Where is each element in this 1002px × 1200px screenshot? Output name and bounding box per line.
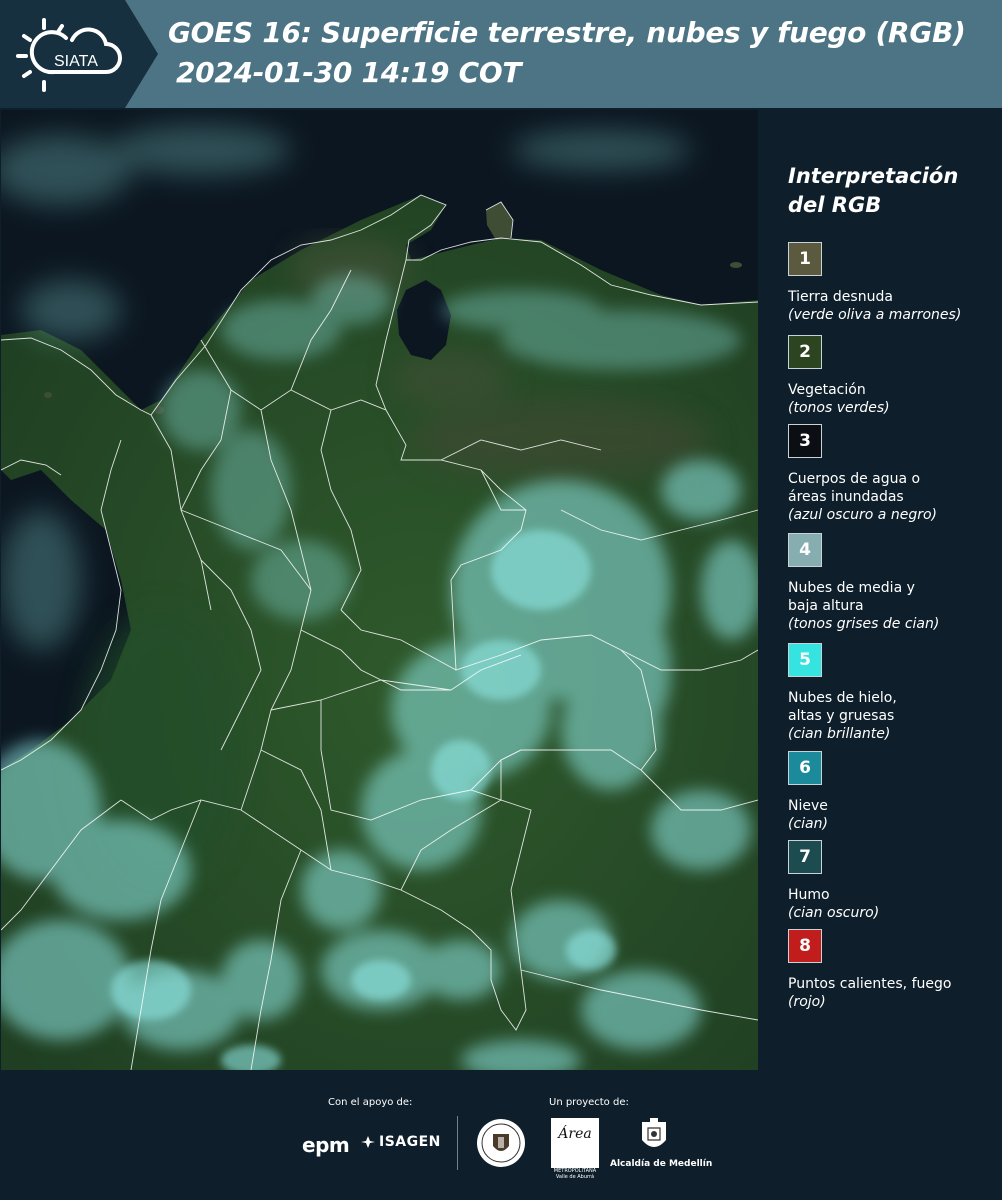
legend-item-desc: (cian brillante) bbox=[788, 726, 891, 742]
legend-swatch: 7 bbox=[788, 840, 822, 874]
isagen-logo: ISAGEN bbox=[360, 1134, 441, 1150]
university-seal-icon bbox=[477, 1119, 525, 1167]
legend-item-name: Puntos calientes, fuego bbox=[788, 976, 952, 992]
legend-panel: Interpretación del RGB 1 Tierra desnuda … bbox=[759, 108, 1002, 1070]
legend-item-name: Nubes de media y baja altura bbox=[788, 580, 915, 614]
legend-item-desc: (rojo) bbox=[788, 994, 826, 1010]
legend-swatch: 4 bbox=[788, 533, 822, 567]
support-label: Con el apoyo de: bbox=[328, 1097, 413, 1108]
legend-item-snow: 6 Nieve (cian) bbox=[788, 751, 998, 834]
footer: Con el apoyo de: Un proyecto de: epm ISA… bbox=[0, 1070, 1002, 1200]
legend-item-name: Nubes de hielo, altas y gruesas bbox=[788, 690, 897, 724]
legend-item-desc: (tonos verdes) bbox=[788, 400, 890, 416]
legend-item-desc: (cian) bbox=[788, 816, 828, 832]
legend-swatch: 5 bbox=[788, 643, 822, 677]
legend-item-desc: (tonos grises de cian) bbox=[788, 616, 940, 632]
legend-swatch: 3 bbox=[788, 424, 822, 458]
legend-item-name: Nieve bbox=[788, 798, 828, 814]
header-bar: SIATA GOES 16: Superficie terrestre, nub… bbox=[0, 0, 1002, 108]
medellin-crest-icon bbox=[642, 1118, 666, 1147]
legend-swatch: 2 bbox=[788, 335, 822, 369]
page-datetime: 2024-01-30 14:19 COT bbox=[176, 56, 522, 89]
area-metropolitana-subtitle: METROPOLITANA Valle de Aburrá bbox=[553, 1168, 597, 1180]
legend-item-name: Vegetación bbox=[788, 382, 866, 398]
legend-item-desc: (verde oliva a marrones) bbox=[788, 307, 962, 323]
siata-logo: SIATA bbox=[16, 18, 122, 92]
siata-logo-text: SIATA bbox=[54, 53, 98, 70]
legend-item-name: Tierra desnuda bbox=[788, 289, 893, 305]
isagen-mark-icon bbox=[361, 1136, 375, 1148]
epm-logo: epm bbox=[302, 1133, 350, 1157]
legend-item-desc: (azul oscuro a negro) bbox=[788, 507, 937, 523]
legend-item-fire: 8 Puntos calientes, fuego (rojo) bbox=[788, 929, 998, 1012]
legend-item-name: Humo bbox=[788, 887, 830, 903]
legend-item-mid-low-clouds: 4 Nubes de media y baja altura (tonos gr… bbox=[788, 533, 998, 634]
satellite-map bbox=[1, 110, 758, 1070]
legend-swatch: 6 bbox=[788, 751, 822, 785]
isagen-logo-text: ISAGEN bbox=[379, 1134, 441, 1150]
legend-item-desc: (cian oscuro) bbox=[788, 905, 880, 921]
legend-item-smoke: 7 Humo (cian oscuro) bbox=[788, 840, 998, 923]
legend-swatch: 1 bbox=[788, 242, 822, 276]
footer-divider bbox=[457, 1116, 458, 1170]
legend-swatch: 8 bbox=[788, 929, 822, 963]
legend-item-bare-soil: 1 Tierra desnuda (verde oliva a marrones… bbox=[788, 242, 998, 325]
area-metropolitana-logo: Área bbox=[551, 1118, 599, 1168]
legend-item-name: Cuerpos de agua o áreas inundadas bbox=[788, 471, 921, 505]
page-title: GOES 16: Superficie terrestre, nubes y f… bbox=[168, 16, 966, 49]
medellin-label: Alcaldía de Medellín bbox=[610, 1159, 713, 1169]
project-label: Un proyecto de: bbox=[549, 1097, 629, 1108]
legend-title: Interpretación del RGB bbox=[788, 164, 959, 217]
legend-item-vegetation: 2 Vegetación (tonos verdes) bbox=[788, 335, 998, 418]
legend-item-water: 3 Cuerpos de agua o áreas inundadas (azu… bbox=[788, 424, 998, 525]
legend-item-ice-clouds: 5 Nubes de hielo, altas y gruesas (cian … bbox=[788, 643, 998, 744]
